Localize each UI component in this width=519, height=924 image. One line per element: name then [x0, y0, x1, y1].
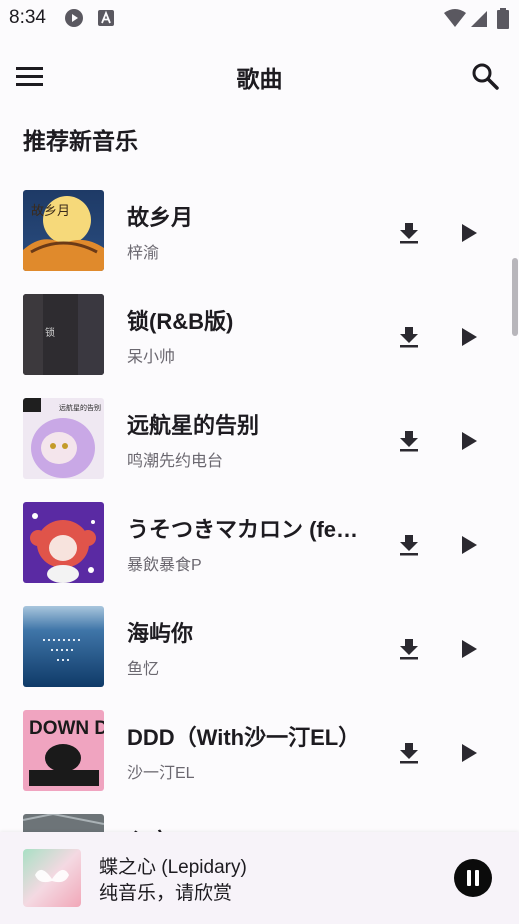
font-a-icon — [96, 8, 116, 28]
now-playing-bar[interactable]: 蝶之心 (Lepidary) 纯音乐，请欣赏 — [0, 832, 519, 924]
song-title: 锁(R&B版) — [127, 309, 234, 334]
album-cover — [23, 814, 104, 832]
song-title: 心夜 — [127, 824, 367, 832]
play-icon — [462, 744, 477, 762]
wifi-icon — [443, 8, 467, 28]
song-artist: 鸣潮先约电台 — [127, 453, 224, 470]
download-icon — [400, 743, 418, 764]
list-item[interactable]: 锁 锁(R&B版) 呆小帅 — [0, 278, 519, 382]
page-title: 歌曲 — [236, 66, 283, 92]
album-cover: 锁 — [23, 294, 104, 375]
list-item[interactable]: 心夜 — [0, 798, 519, 832]
play-button[interactable] — [454, 426, 484, 456]
search-button[interactable] — [467, 58, 503, 94]
section-title: 推荐新音乐 — [23, 128, 138, 154]
song-artist: 暴飲暴食P — [127, 557, 202, 574]
download-button[interactable] — [394, 322, 424, 352]
cover-text: 故乡月 — [31, 203, 70, 218]
play-icon — [462, 432, 477, 450]
song-artist: 鱼忆 — [127, 661, 160, 678]
now-playing-title: 蝶之心 (Lepidary) — [99, 857, 247, 878]
app-bar: 歌曲 — [0, 44, 519, 108]
cover-text: 远航星的告别 — [59, 403, 101, 412]
signal-icon — [469, 8, 489, 28]
album-cover: 故乡月 — [23, 190, 104, 271]
search-icon — [472, 63, 499, 90]
play-icon — [462, 224, 477, 242]
song-title: 海屿你 — [127, 621, 194, 646]
song-title: 故乡月 — [127, 205, 194, 230]
download-icon — [400, 327, 418, 348]
song-title: うそつきマカロン (feat. ... — [127, 517, 367, 542]
download-icon — [400, 535, 418, 556]
list-item[interactable]: 远航星的告别 远航星的告别 鸣潮先约电台 — [0, 382, 519, 486]
download-icon — [400, 431, 418, 452]
song-title: DDD（With沙一汀EL） — [127, 725, 361, 750]
song-artist: 呆小帅 — [127, 349, 176, 366]
download-button[interactable] — [394, 218, 424, 248]
list-item[interactable]: うそつきマカロン (feat. ... 暴飲暴食P — [0, 486, 519, 590]
now-playing-cover — [23, 849, 81, 907]
status-time: 8:34 — [9, 7, 46, 28]
play-button[interactable] — [454, 218, 484, 248]
download-icon — [400, 223, 418, 244]
album-cover: DOWN DOWN — [23, 710, 104, 791]
download-button[interactable] — [394, 426, 424, 456]
list-item[interactable]: 故乡月 故乡月 梓渝 — [0, 174, 519, 278]
play-button[interactable] — [454, 634, 484, 664]
download-button[interactable] — [394, 530, 424, 560]
play-icon — [462, 640, 477, 658]
play-icon — [462, 328, 477, 346]
cover-text: 锁 — [45, 326, 55, 339]
song-title: 远航星的告别 — [127, 413, 260, 438]
battery-icon — [496, 8, 510, 29]
play-button[interactable] — [454, 322, 484, 352]
cover-text: DOWN DOWN — [29, 718, 104, 739]
list-item[interactable]: DOWN DOWN DDD（With沙一汀EL） 沙一汀EL — [0, 694, 519, 798]
download-button[interactable] — [394, 634, 424, 664]
pause-icon — [467, 870, 479, 886]
album-cover — [23, 502, 104, 583]
list-item[interactable]: 海屿你 鱼忆 — [0, 590, 519, 694]
scrollbar[interactable] — [512, 258, 518, 336]
play-icon — [462, 536, 477, 554]
song-artist: 沙一汀EL — [127, 765, 195, 782]
album-cover — [23, 606, 104, 687]
song-artist: 梓渝 — [127, 245, 160, 262]
status-bar: 8:34 — [0, 0, 519, 36]
now-playing-subtitle: 纯音乐，请欣赏 — [99, 883, 233, 904]
song-list[interactable]: 故乡月 故乡月 梓渝 锁 锁(R&B版) 呆小帅 远航星的告别 远航星的告别 鸣… — [0, 174, 519, 832]
download-icon — [400, 639, 418, 660]
album-cover: 远航星的告别 — [23, 398, 104, 479]
play-button[interactable] — [454, 738, 484, 768]
play-button[interactable] — [454, 530, 484, 560]
play-circle-icon — [64, 8, 84, 28]
download-button[interactable] — [394, 738, 424, 768]
pause-button[interactable] — [454, 859, 492, 897]
